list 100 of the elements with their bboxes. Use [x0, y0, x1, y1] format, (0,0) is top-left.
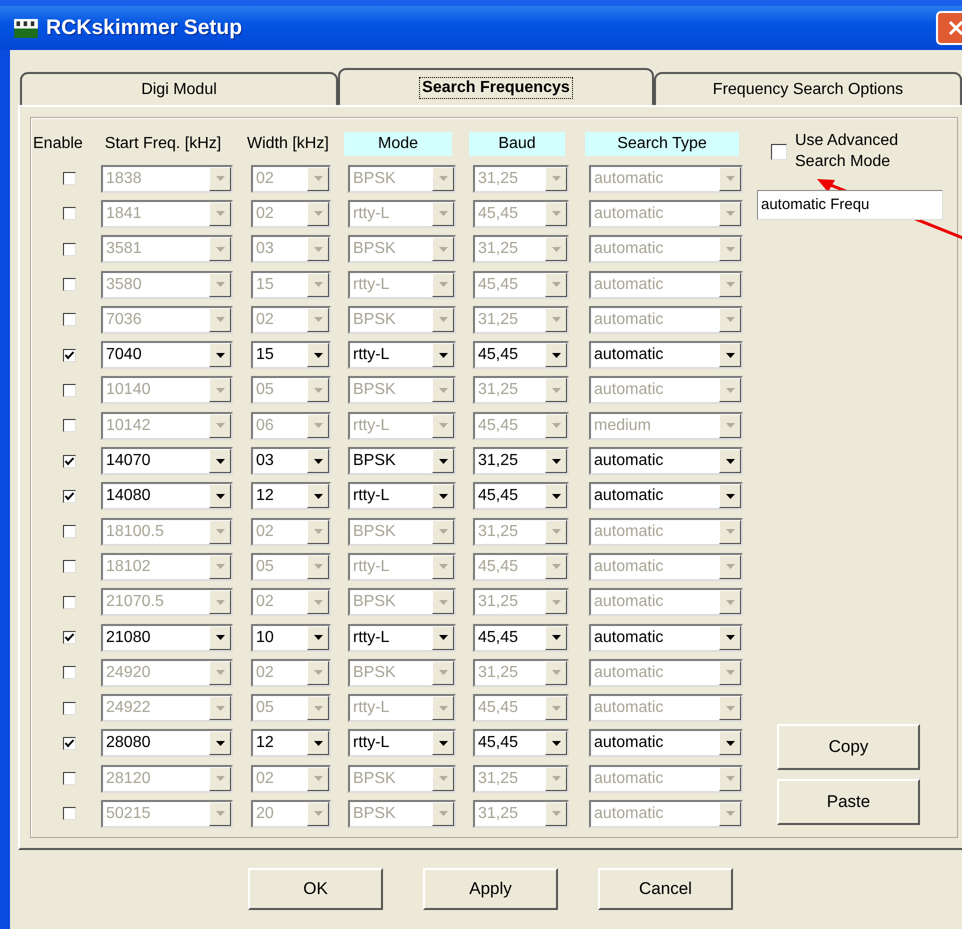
dropdown[interactable]: 18102	[101, 552, 233, 581]
checkbox[interactable]	[62, 207, 76, 220]
dropdown[interactable]: BPSK	[348, 376, 456, 404]
dropdown[interactable]: 45,45	[473, 200, 569, 228]
dropdown[interactable]: 45,45	[473, 341, 569, 370]
dropdown[interactable]: 31,25	[473, 658, 569, 687]
dropdown[interactable]: 28080	[101, 729, 233, 758]
dropdown[interactable]: 15	[251, 341, 331, 370]
dropdown[interactable]: 14080	[101, 482, 233, 510]
dropdown[interactable]: automatic	[589, 200, 743, 228]
checkbox[interactable]	[62, 702, 76, 715]
dropdown[interactable]: 1838	[101, 164, 233, 193]
dropdown[interactable]: 12	[251, 729, 331, 758]
dropdown[interactable]: 03	[251, 447, 331, 476]
dropdown[interactable]: 31,25	[473, 376, 569, 404]
dropdown[interactable]: 3580	[101, 270, 233, 299]
side-button[interactable]: Copy	[777, 724, 920, 770]
dropdown[interactable]: 14070	[101, 447, 233, 476]
dropdown[interactable]: 02	[251, 658, 331, 687]
dropdown[interactable]: 06	[251, 412, 331, 440]
dropdown[interactable]: 7040	[101, 341, 233, 370]
dropdown[interactable]: 45,45	[473, 482, 569, 510]
tab[interactable]: Digi Modul	[20, 72, 338, 105]
dropdown[interactable]: 7036	[101, 306, 233, 334]
checkbox[interactable]	[62, 454, 76, 468]
dropdown[interactable]: automatic	[589, 658, 743, 687]
dropdown[interactable]: BPSK	[348, 588, 456, 616]
dropdown[interactable]: 24920	[101, 658, 233, 687]
dropdown[interactable]: 21070.5	[101, 588, 233, 616]
dropdown[interactable]: rtty-L	[348, 412, 456, 440]
dropdown[interactable]: medium	[589, 412, 743, 440]
dropdown[interactable]: 31,25	[473, 588, 569, 616]
dropdown[interactable]: automatic	[589, 800, 743, 828]
dropdown[interactable]: 45,45	[473, 412, 569, 440]
dropdown[interactable]: 02	[251, 164, 331, 193]
dropdown[interactable]: 28120	[101, 764, 233, 793]
dropdown[interactable]: 45,45	[473, 694, 569, 722]
dropdown[interactable]: rtty-L	[348, 482, 456, 510]
dropdown[interactable]: automatic	[589, 588, 743, 616]
checkbox[interactable]	[62, 596, 76, 609]
dropdown[interactable]: 50215	[101, 800, 233, 828]
dialog-button[interactable]: Apply	[423, 868, 558, 910]
dropdown[interactable]: automatic	[589, 624, 743, 652]
checkbox[interactable]	[62, 490, 76, 503]
checkbox[interactable]	[62, 172, 76, 186]
dropdown[interactable]: 03	[251, 235, 331, 264]
dropdown[interactable]: automatic	[589, 376, 743, 404]
dropdown[interactable]: rtty-L	[348, 729, 456, 758]
tab[interactable]: Frequency Search Options	[654, 72, 962, 105]
dropdown[interactable]: 24922	[101, 694, 233, 722]
dropdown[interactable]: 02	[251, 518, 331, 546]
dropdown[interactable]: BPSK	[348, 447, 456, 476]
dropdown[interactable]: 05	[251, 376, 331, 404]
dropdown[interactable]: automatic	[589, 306, 743, 334]
dropdown[interactable]: rtty-L	[348, 270, 456, 299]
dialog-button[interactable]: Cancel	[598, 868, 733, 910]
dropdown[interactable]: automatic	[589, 164, 743, 193]
dialog-button[interactable]: OK	[248, 868, 383, 910]
dropdown[interactable]: 18100.5	[101, 518, 233, 546]
dropdown[interactable]: BPSK	[348, 764, 456, 793]
dropdown[interactable]: BPSK	[348, 164, 456, 193]
dropdown[interactable]: 31,25	[473, 800, 569, 828]
dropdown[interactable]: 31,25	[473, 164, 569, 193]
checkbox[interactable]	[62, 348, 76, 362]
dropdown[interactable]: 02	[251, 200, 331, 228]
dropdown[interactable]: rtty-L	[348, 341, 456, 370]
dropdown[interactable]: 12	[251, 482, 331, 510]
dropdown[interactable]: 10142	[101, 412, 233, 440]
dropdown[interactable]: 05	[251, 694, 331, 722]
dropdown[interactable]: 45,45	[473, 624, 569, 652]
dropdown[interactable]: 45,45	[473, 729, 569, 758]
dropdown[interactable]: 20	[251, 800, 331, 828]
dropdown[interactable]: 1841	[101, 200, 233, 228]
dropdown[interactable]: BPSK	[348, 306, 456, 334]
dropdown[interactable]: rtty-L	[348, 624, 456, 652]
dropdown[interactable]: automatic	[589, 341, 743, 370]
dropdown[interactable]: automatic	[589, 552, 743, 581]
dropdown[interactable]: 31,25	[473, 235, 569, 264]
dropdown[interactable]: 10	[251, 624, 331, 652]
checkbox[interactable]	[62, 560, 76, 574]
dropdown[interactable]: automatic	[589, 447, 743, 476]
dropdown[interactable]: 31,25	[473, 764, 569, 793]
dropdown[interactable]: 10140	[101, 376, 233, 404]
dropdown[interactable]: BPSK	[348, 658, 456, 687]
dropdown[interactable]: BPSK	[348, 235, 456, 264]
dropdown[interactable]: automatic	[589, 764, 743, 793]
dropdown[interactable]: rtty-L	[348, 552, 456, 581]
dropdown[interactable]: BPSK	[348, 800, 456, 828]
checkbox[interactable]	[62, 278, 76, 292]
dropdown[interactable]: 02	[251, 588, 331, 616]
checkbox[interactable]	[62, 525, 76, 538]
dropdown[interactable]: rtty-L	[348, 200, 456, 228]
tab[interactable]: Search Frequencys	[338, 68, 654, 105]
checkbox[interactable]	[62, 807, 76, 820]
dropdown[interactable]: 15	[251, 270, 331, 299]
checkbox[interactable]	[62, 631, 76, 644]
checkbox[interactable]	[771, 144, 787, 160]
checkbox[interactable]	[62, 736, 76, 750]
dropdown[interactable]: 45,45	[473, 270, 569, 299]
checkbox[interactable]	[62, 419, 76, 432]
